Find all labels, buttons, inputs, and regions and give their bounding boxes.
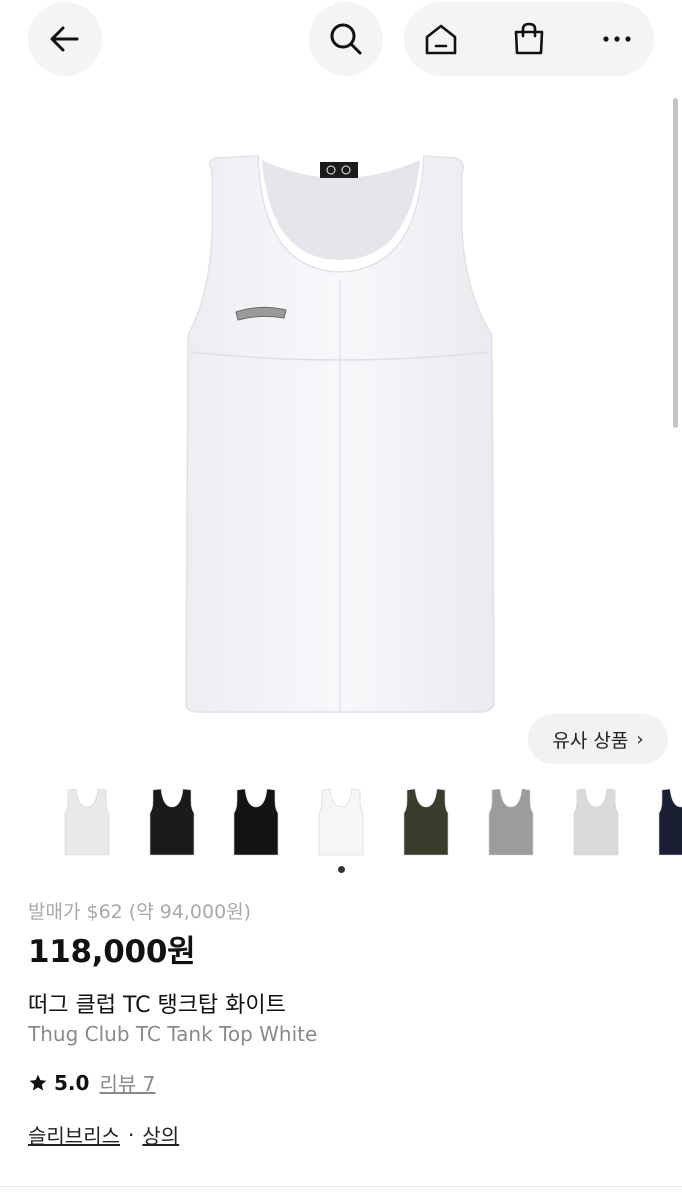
nav-actions-group — [404, 2, 654, 76]
thumbnail-3[interactable] — [214, 780, 298, 864]
thumbnail-8[interactable] — [639, 780, 682, 864]
category-link-sleeveless[interactable]: 슬리브리스 — [28, 1120, 120, 1149]
thumbnail-tank-top-image — [658, 788, 682, 856]
back-arrow-icon — [50, 26, 79, 52]
product-name-english: Thug Club TC Tank Top White — [28, 1022, 318, 1046]
thumbnail-7[interactable] — [554, 780, 638, 864]
more-button[interactable] — [580, 2, 654, 76]
category-breadcrumb: 슬리브리스 · 상의 — [28, 1120, 179, 1149]
thumbnail-tank-top-image — [64, 788, 110, 856]
reviews-link[interactable]: 리뷰 7 — [99, 1068, 155, 1097]
thumbnail-2[interactable] — [130, 780, 214, 864]
search-icon — [330, 23, 362, 55]
divider — [0, 1186, 682, 1187]
shopping-bag-icon — [514, 22, 544, 55]
thumbnail-tank-top-image — [233, 788, 279, 856]
similar-products-label: 유사 상품 — [552, 729, 629, 752]
chevron-right-icon: › — [636, 728, 644, 750]
star-icon — [29, 1074, 47, 1090]
home-icon — [425, 24, 457, 55]
thumbnail-tank-top-image — [403, 788, 449, 856]
search-button[interactable] — [309, 2, 383, 76]
product-image — [185, 155, 495, 713]
thumbnail-tank-top-image — [573, 788, 619, 856]
rating-row: 5.0 리뷰 7 — [28, 1068, 155, 1097]
home-button[interactable] — [404, 2, 478, 76]
category-link-tops[interactable]: 상의 — [142, 1120, 179, 1149]
thumbnail-tank-top-image — [149, 788, 195, 856]
rating-value: 5.0 — [54, 1070, 90, 1095]
product-name-korean: 떠그 클럽 TC 탱크탑 화이트 — [28, 993, 286, 1018]
thumbnail-carousel[interactable] — [0, 780, 682, 864]
top-navigation — [0, 0, 682, 90]
more-icon — [603, 36, 631, 42]
thumbnail-5[interactable] — [384, 780, 468, 864]
thumbnail-1[interactable] — [45, 780, 129, 864]
back-button[interactable] — [28, 2, 102, 76]
thumbnail-tank-top-image — [318, 788, 364, 856]
price: 118,000원 — [28, 934, 196, 970]
breadcrumb-separator: · — [128, 1122, 135, 1147]
thumbnail-4[interactable] — [299, 780, 383, 864]
thumbnail-tank-top-image — [488, 788, 534, 856]
similar-products-button[interactable]: 유사 상품 › — [528, 714, 668, 764]
release-price: 발매가 $62 (약 94,000원) — [28, 901, 252, 923]
carousel-indicator-dot — [338, 866, 345, 873]
thumbnail-6[interactable] — [469, 780, 553, 864]
cart-button[interactable] — [492, 2, 566, 76]
